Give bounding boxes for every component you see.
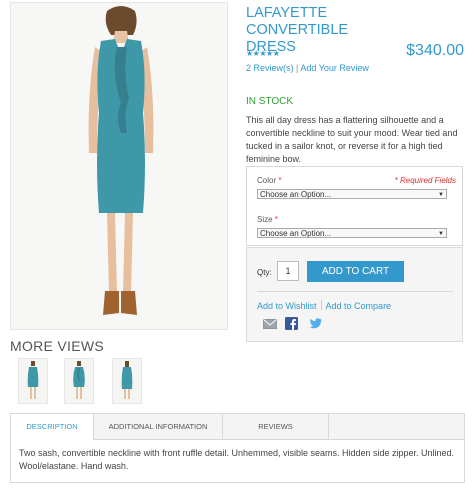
chevron-down-icon: ▼ — [438, 192, 444, 198]
review-links: 2 Review(s) | Add Your Review — [246, 62, 376, 74]
product-main-image[interactable] — [10, 2, 228, 330]
add-review-link[interactable]: Add Your Review — [300, 63, 369, 73]
color-required-star: * — [278, 176, 282, 185]
thumbnail-back-image — [113, 359, 141, 403]
color-select-value: Choose an Option... — [260, 190, 332, 199]
dress-photo — [11, 3, 227, 329]
reviews-count-link[interactable]: 2 Review(s) — [246, 63, 294, 73]
thumbnail-front-image — [19, 359, 47, 403]
tab-bar: DESCRIPTION ADDITIONAL INFORMATION REVIE… — [11, 414, 464, 440]
product-info-tabs: DESCRIPTION ADDITIONAL INFORMATION REVIE… — [10, 413, 465, 483]
more-views-heading: MORE VIEWS — [10, 338, 105, 354]
thumbnail-side[interactable] — [64, 358, 94, 404]
size-select-value: Choose an Option... — [260, 229, 332, 238]
chevron-down-icon: ▼ — [438, 231, 444, 237]
email-icon[interactable] — [263, 317, 277, 330]
thumbnail-back[interactable] — [112, 358, 142, 404]
size-option-label: Size * — [257, 215, 278, 224]
add-to-cart-button[interactable]: ADD TO CART — [307, 261, 404, 282]
qty-input[interactable]: 1 — [277, 261, 299, 281]
review-separator: | — [296, 63, 299, 73]
product-price: $340.00 — [406, 42, 464, 59]
color-select[interactable]: Choose an Option... ▼ — [257, 189, 447, 199]
description-text: Two sash, convertible neckline with fron… — [19, 448, 455, 471]
tab-description[interactable]: DESCRIPTION — [11, 414, 94, 440]
thumbnail-side-image — [65, 359, 93, 403]
twitter-icon[interactable] — [309, 317, 323, 330]
facebook-icon[interactable] — [285, 317, 299, 330]
tab-reviews[interactable]: REVIEWS — [223, 414, 329, 439]
color-label-text: Color — [257, 176, 277, 185]
add-to-compare-link[interactable]: Add to Compare — [326, 301, 392, 311]
thumbnail-front[interactable] — [18, 358, 48, 404]
add-to-wishlist-link[interactable]: Add to Wishlist — [257, 301, 317, 311]
add-to-cart-box: Qty: 1 ADD TO CART Add to Wishlist Add to… — [246, 247, 463, 342]
size-required-star: * — [274, 215, 278, 224]
size-label-text: Size — [257, 215, 273, 224]
product-action-links: Add to Wishlist Add to Compare — [257, 300, 391, 311]
size-select[interactable]: Choose an Option... ▼ — [257, 228, 447, 238]
product-options: Color * * Required Fields Choose an Opti… — [246, 166, 463, 246]
link-separator — [320, 300, 322, 310]
color-option-label: Color * — [257, 176, 281, 185]
qty-label: Qty: — [257, 268, 272, 277]
rating-stars: ★★★★★ — [246, 49, 280, 58]
tab-additional-information[interactable]: ADDITIONAL INFORMATION — [94, 414, 223, 439]
stock-status: IN STOCK — [246, 96, 294, 107]
required-fields-note: * Required Fields — [394, 176, 456, 185]
short-description: This all day dress has a flattering silh… — [246, 115, 458, 164]
divider — [257, 291, 453, 292]
